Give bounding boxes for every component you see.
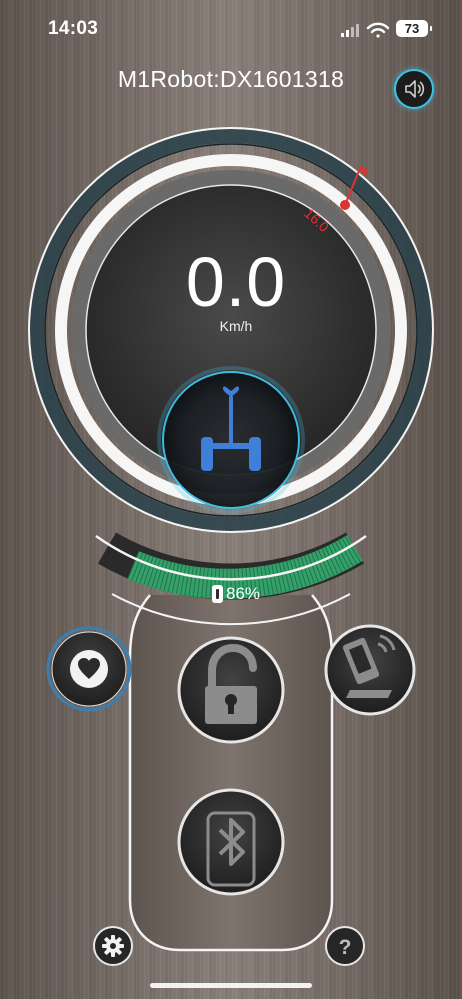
question-icon: ? [339, 936, 352, 959]
heart-button[interactable] [46, 626, 132, 712]
speaker-icon [405, 80, 425, 98]
dashboard-graphics: ? [28, 22, 434, 966]
bluetooth-button[interactable] [177, 788, 285, 896]
device-title: M1Robot:DX1601318 [117, 66, 345, 92]
gear-icon [102, 935, 124, 957]
help-button[interactable]: ? [325, 926, 365, 966]
sound-button[interactable] [394, 69, 434, 109]
battery-icon: 73 [396, 20, 432, 37]
speed-value: 0.0 [185, 243, 287, 321]
remote-control-button[interactable] [324, 624, 416, 716]
speed-unit: Km/h [219, 318, 253, 334]
battery-percent: 86% [225, 584, 261, 603]
battery-level: 86% [196, 584, 276, 604]
settings-button[interactable] [93, 926, 133, 966]
unlock-button[interactable] [177, 636, 285, 744]
status-time: 14:03 [48, 18, 99, 39]
status-bar: 14:03 73 [0, 0, 462, 58]
battery-level-icon [211, 585, 223, 603]
home-indicator[interactable] [150, 983, 312, 988]
